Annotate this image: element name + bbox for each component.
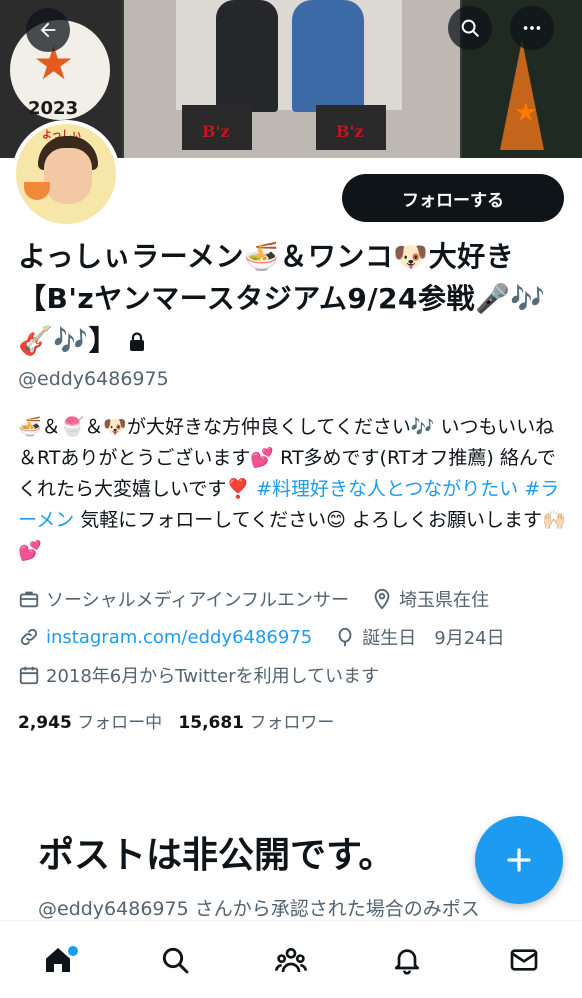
lock-icon [130, 332, 145, 351]
compose-post-button[interactable] [475, 816, 563, 904]
search-icon [461, 19, 479, 37]
nav-notifications[interactable] [379, 932, 435, 988]
home-notification-dot [68, 945, 79, 956]
messages-icon [510, 948, 538, 971]
bio-hashtag-cooking[interactable]: #料理好きな人とつながりたい [256, 478, 518, 500]
follow-stats: 2,945 フォロー中 15,681 フォロワー [18, 708, 334, 733]
followers-count: 15,681 [178, 713, 245, 733]
following-stat[interactable]: 2,945 フォロー中 [18, 713, 162, 733]
bio-tail: 気軽にフォローしてください😊 よろしくお願いします🙌🏻💕 [18, 509, 566, 562]
profile-meta-row-2: instagram.com/eddy6486975 誕生日 9月24日 [18, 624, 505, 650]
avatar-face [44, 148, 92, 204]
plus-icon [507, 848, 531, 872]
banner-tower [500, 40, 544, 150]
nav-communities[interactable] [263, 932, 319, 988]
search-icon [162, 947, 189, 973]
avatar[interactable]: よっしぃ [12, 120, 120, 228]
profile-category: ソーシャルメディアインフルエンサー [46, 590, 349, 611]
banner-center-image: B'z B'z [124, 0, 460, 158]
more-icon [523, 26, 541, 30]
banner-figure-left [216, 0, 278, 112]
profile-handle: @eddy6486975 [18, 368, 169, 390]
more-button[interactable] [510, 6, 554, 50]
banner-bz-logo-right: B'z [336, 122, 364, 141]
profile-meta-row-1: ソーシャルメディアインフルエンサー 埼玉県在住 [18, 586, 489, 612]
balloon-icon [338, 627, 352, 647]
communities-icon [274, 947, 307, 972]
banner-bz-logo-left: B'z [202, 122, 230, 141]
bottom-navigation [0, 920, 582, 998]
private-posts-subtitle: @eddy6486975 さんから承認された場合のみポス [38, 898, 480, 920]
profile-joined-date: 2018年6月からTwitterを利用しています [46, 666, 380, 687]
arrow-left-icon [40, 22, 56, 38]
profile-birthday: 誕生日 9月24日 [362, 628, 505, 649]
link-icon [20, 628, 38, 646]
search-button[interactable] [448, 6, 492, 50]
nav-messages[interactable] [496, 932, 552, 988]
calendar-icon [19, 666, 39, 685]
followers-label: フォロワー [249, 713, 335, 733]
display-name-text: よっしぃラーメン🍜＆ワンコ🐶大好き【B'zヤンマースタジアム9/24参戦🎤🎶🎸🎶… [18, 240, 546, 357]
following-label: フォロー中 [77, 713, 163, 733]
notifications-icon [395, 948, 420, 975]
profile-meta-row-3: 2018年6月からTwitterを利用しています [18, 662, 379, 688]
briefcase-icon [19, 591, 39, 608]
back-button[interactable] [26, 8, 70, 52]
avatar-ramen-bowl [24, 182, 50, 200]
banner-tower-star-icon: ★ [514, 98, 538, 128]
location-icon [374, 588, 390, 610]
nav-home[interactable] [30, 932, 86, 988]
follow-button[interactable]: フォローする [342, 174, 564, 222]
banner-poster-wall [176, 0, 402, 110]
followers-stat[interactable]: 15,681 フォロワー [178, 713, 334, 733]
avatar-image: よっしぃ [16, 124, 116, 224]
profile-website-link[interactable]: instagram.com/eddy6486975 [46, 627, 312, 648]
banner-figure-right [292, 0, 364, 112]
following-count: 2,945 [18, 713, 72, 733]
profile-location: 埼玉県在住 [398, 590, 489, 611]
profile-bio: 🍜＆🍧＆🐶が大好きな方仲良くしてください🎶 いつもいいね＆RTありがとうございま… [18, 412, 570, 567]
badge-year: 2023 [28, 98, 79, 119]
nav-search[interactable] [147, 932, 203, 988]
display-name: よっしぃラーメン🍜＆ワンコ🐶大好き【B'zヤンマースタジアム9/24参戦🎤🎶🎸🎶… [18, 236, 558, 362]
private-posts-title: ポストは非公開です。 [38, 835, 395, 876]
